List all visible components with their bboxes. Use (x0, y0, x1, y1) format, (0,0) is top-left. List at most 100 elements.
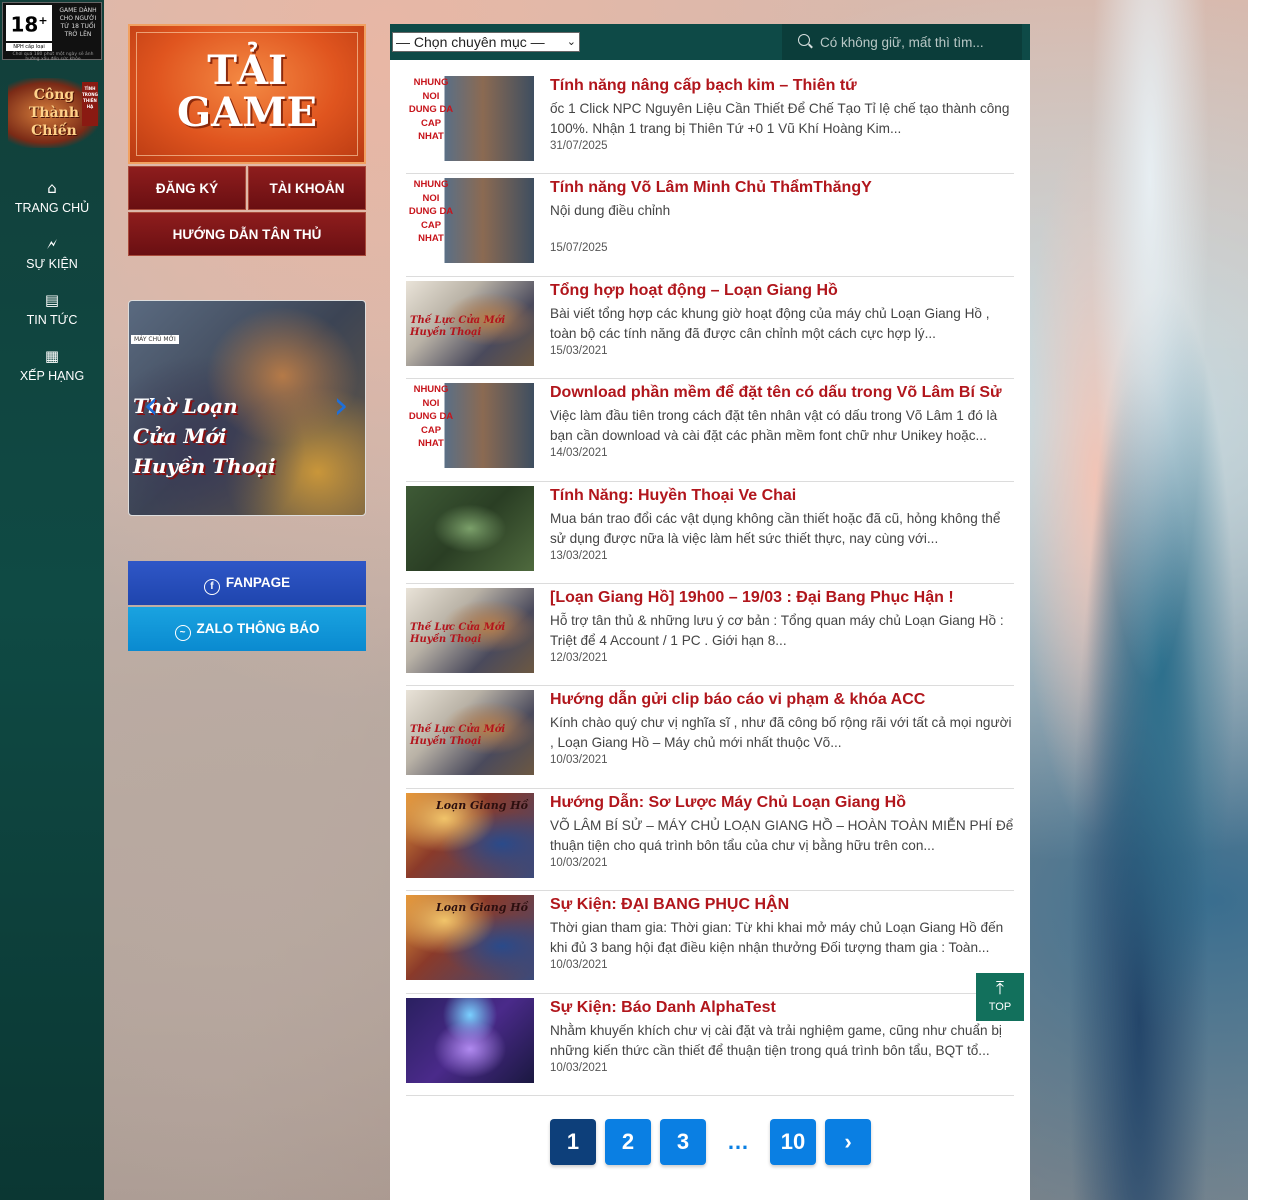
post-item[interactable]: NHUNG NOI DUNG DA CAP NHAT Tính năng nâng… (406, 72, 1014, 175)
back-to-top-button[interactable]: ⤒ TOP (976, 973, 1024, 1021)
age-plus: + (38, 14, 48, 27)
left-sidebar: 18+ GAME DÀNH CHO NGƯỜI TỪ 18 TUỔI TRỞ L… (0, 0, 104, 1200)
account-button[interactable]: TÀI KHOẢN (248, 166, 366, 210)
post-date: 10/03/2021 (550, 754, 608, 767)
post-thumbnail[interactable] (406, 997, 534, 1083)
news-icon: ▤ (44, 291, 60, 309)
post-excerpt: Thời gian tham gia: Thời gian: Từ khi kh… (550, 920, 1004, 956)
post-thumbnail[interactable]: Loạn Giang Hồ (406, 792, 534, 878)
post-thumbnail[interactable]: Loạn Giang Hồ (406, 895, 534, 981)
sidebar-item-home[interactable]: ⌂ TRANG CHỦ (0, 176, 104, 232)
newbie-guide-button[interactable]: HƯỚNG DẪN TÂN THỦ (128, 212, 366, 256)
sidebar-item-label: TIN TỨC (26, 313, 78, 327)
sidebar-item-events[interactable]: 🗲 SỰ KIỆN (0, 232, 104, 288)
thumbnail-caption: NHUNG NOI DUNG DA CAP NHAT (408, 384, 454, 450)
zalo-button[interactable]: ~ ZALO THÔNG BÁO (128, 607, 366, 651)
thumbnail-caption: NHUNG NOI DUNG DA CAP NHAT (408, 179, 454, 245)
age-publisher-text: NPH cấp loại (6, 43, 52, 51)
thumbnail-caption: Loạn Giang Hồ (436, 798, 528, 812)
next-page-button[interactable]: › (825, 1119, 871, 1165)
post-title[interactable]: Download phần mềm để đặt tên có dấu tron… (550, 382, 1014, 404)
ranking-icon: ▦ (44, 347, 60, 365)
sidebar-item-label: XẾP HẠNG (19, 369, 85, 383)
game-logo-text: Công Thành Chiến (28, 87, 80, 139)
chevron-left-icon[interactable]: ‹ (139, 385, 163, 429)
post-item[interactable]: NHUNG NOI DUNG DA CAP NHAT Download phần … (406, 379, 1014, 482)
slider-caption-line3: Huyền Thoại (133, 454, 276, 478)
post-date: 12/03/2021 (550, 651, 608, 664)
pagination-ellipsis: … (727, 1129, 749, 1154)
post-date: 31/07/2025 (550, 140, 608, 152)
category-select[interactable]: — Chọn chuyên mục — ⌄ (392, 32, 580, 52)
page-10-button[interactable]: 10 (770, 1119, 816, 1165)
search-box (782, 24, 1022, 60)
post-list: NHUNG NOI DUNG DA CAP NHAT Tính năng nâng… (406, 72, 1014, 1096)
category-select-value: — Chọn chuyên mục — (396, 34, 545, 50)
thumbnail-caption: Thế Lực Cửa Mới Huyền Thoại (410, 314, 506, 338)
post-item[interactable]: Tính Năng: Huyền Thoại Ve Chai Mua bán tr… (406, 482, 1014, 584)
sidebar-item-ranking[interactable]: ▦ XẾP HẠNG (0, 344, 104, 400)
post-title[interactable]: Sự Kiện: Báo Danh AlphaTest (550, 997, 1014, 1019)
promo-slider[interactable]: MÁY CHỦ MỚI Thờ Loạn Cửa Mới Huyền Thoại… (128, 300, 366, 516)
post-title[interactable]: Sự Kiện: ĐẠI BANG PHỤC HẬN (550, 894, 1014, 916)
home-icon: ⌂ (47, 179, 57, 197)
facebook-icon: f (203, 579, 220, 595)
download-game-button[interactable]: TẢI GAME (128, 24, 366, 164)
post-date: 10/03/2021 (550, 856, 608, 869)
post-date: 10/03/2021 (550, 1061, 608, 1074)
post-thumbnail[interactable]: NHUNG NOI DUNG DA CAP NHAT (406, 383, 534, 469)
post-thumbnail[interactable]: NHUNG NOI DUNG DA CAP NHAT (406, 178, 534, 264)
post-excerpt: Việc làm đầu tiên trong cách đặt tên nhâ… (550, 408, 998, 444)
thumbnail-caption: NHUNG NOI DUNG DA CAP NHAT (408, 77, 454, 142)
post-item[interactable]: NHUNG NOI DUNG DA CAP NHAT Tính năng Võ L… (406, 174, 1014, 277)
back-to-top-label: TOP (988, 1001, 1012, 1013)
pagination: 1 2 3 … 10 › (550, 1119, 880, 1165)
post-title[interactable]: Tính năng nâng cấp bạch kim – Thiên tứ (550, 75, 1014, 97)
search-input[interactable] (820, 32, 1016, 52)
post-item[interactable]: Thế Lực Cửa Mới Huyền Thoại [Loạn Giang H… (406, 584, 1014, 687)
page-2-button[interactable]: 2 (605, 1119, 651, 1165)
post-thumbnail[interactable]: Thế Lực Cửa Mới Huyền Thoại (406, 587, 534, 673)
post-title[interactable]: Tổng hợp hoạt động – Loạn Giang Hồ (550, 280, 1014, 302)
post-excerpt: Nhằm khuyến khích chư vị cài đặt và trải… (550, 1022, 1002, 1058)
slider-tag: MÁY CHỦ MỚI (131, 335, 179, 344)
post-excerpt: Mua bán trao đổi các vật dụng không cần … (550, 510, 1001, 546)
sidebar-item-label: TRANG CHỦ (14, 201, 90, 215)
post-item[interactable]: Loạn Giang Hồ Hướng Dẫn: Sơ Lược Máy Chủ … (406, 789, 1014, 892)
thumbnail-caption: Thế Lực Cửa Mới Huyền Thoại (410, 724, 506, 748)
page-1-button[interactable]: 1 (550, 1119, 596, 1165)
post-item[interactable]: Thế Lực Cửa Mới Huyền Thoại Hướng dẫn gửi… (406, 686, 1014, 789)
game-logo-tag: TÌNH TRONG THIÊN HẠ (82, 82, 98, 126)
post-thumbnail[interactable]: Thế Lực Cửa Mới Huyền Thoại (406, 280, 534, 366)
download-title-line1: TẢI (207, 47, 287, 94)
register-button[interactable]: ĐĂNG KÝ (128, 166, 246, 210)
post-date: 10/03/2021 (550, 959, 608, 972)
chevron-right-icon[interactable]: › (329, 385, 353, 429)
main-content: — Chọn chuyên mục — ⌄ NHUNG NOI DUNG DA … (390, 24, 1030, 1200)
age-number: 18 (10, 12, 39, 37)
chevron-down-icon: ⌄ (566, 36, 576, 48)
post-title[interactable]: Tính Năng: Huyền Thoại Ve Chai (550, 485, 1014, 507)
post-item[interactable]: Sự Kiện: Báo Danh AlphaTest Nhằm khuyến k… (406, 994, 1014, 1096)
thumbnail-caption: Loạn Giang Hồ (436, 901, 528, 915)
post-title[interactable]: Hướng dẫn gửi clip báo cáo vi phạm & khó… (550, 689, 1014, 711)
post-date: 15/03/2021 (550, 344, 608, 357)
age-side-text: GAME DÀNH CHO NGƯỜI TỪ 18 TUỔI TRỞ LÊN (59, 7, 97, 38)
fanpage-label: FANPAGE (225, 575, 291, 590)
post-excerpt: Kính chào quý chư vị nghĩa sĩ , như đã c… (550, 715, 1012, 751)
post-item[interactable]: Thế Lực Cửa Mới Huyền Thoại Tổng hợp hoạt… (406, 277, 1014, 380)
fanpage-button[interactable]: f FANPAGE (128, 561, 366, 605)
game-logo[interactable]: Công Thành Chiến TÌNH TRONG THIÊN HẠ (8, 78, 100, 148)
arrow-up-icon: ⤒ (996, 978, 1004, 998)
post-item[interactable]: Loạn Giang Hồ Sự Kiện: ĐẠI BANG PHỤC HẬN T… (406, 891, 1014, 994)
post-thumbnail[interactable] (406, 485, 534, 571)
sidebar-item-news[interactable]: ▤ TIN TỨC (0, 288, 104, 344)
post-title[interactable]: [Loạn Giang Hồ] 19h00 – 19/03 : Đại Bang… (550, 587, 1014, 609)
page-3-button[interactable]: 3 (660, 1119, 706, 1165)
search-icon[interactable] (798, 34, 810, 46)
top-bar: — Chọn chuyên mục — ⌄ (390, 24, 1030, 60)
post-thumbnail[interactable]: Thế Lực Cửa Mới Huyền Thoại (406, 690, 534, 776)
post-title[interactable]: Tính năng Võ Lâm Minh Chủ ThẩmThăngY (550, 177, 1014, 199)
post-title[interactable]: Hướng Dẫn: Sơ Lược Máy Chủ Loạn Giang Hồ (550, 792, 1014, 814)
post-thumbnail[interactable]: NHUNG NOI DUNG DA CAP NHAT (406, 76, 534, 161)
